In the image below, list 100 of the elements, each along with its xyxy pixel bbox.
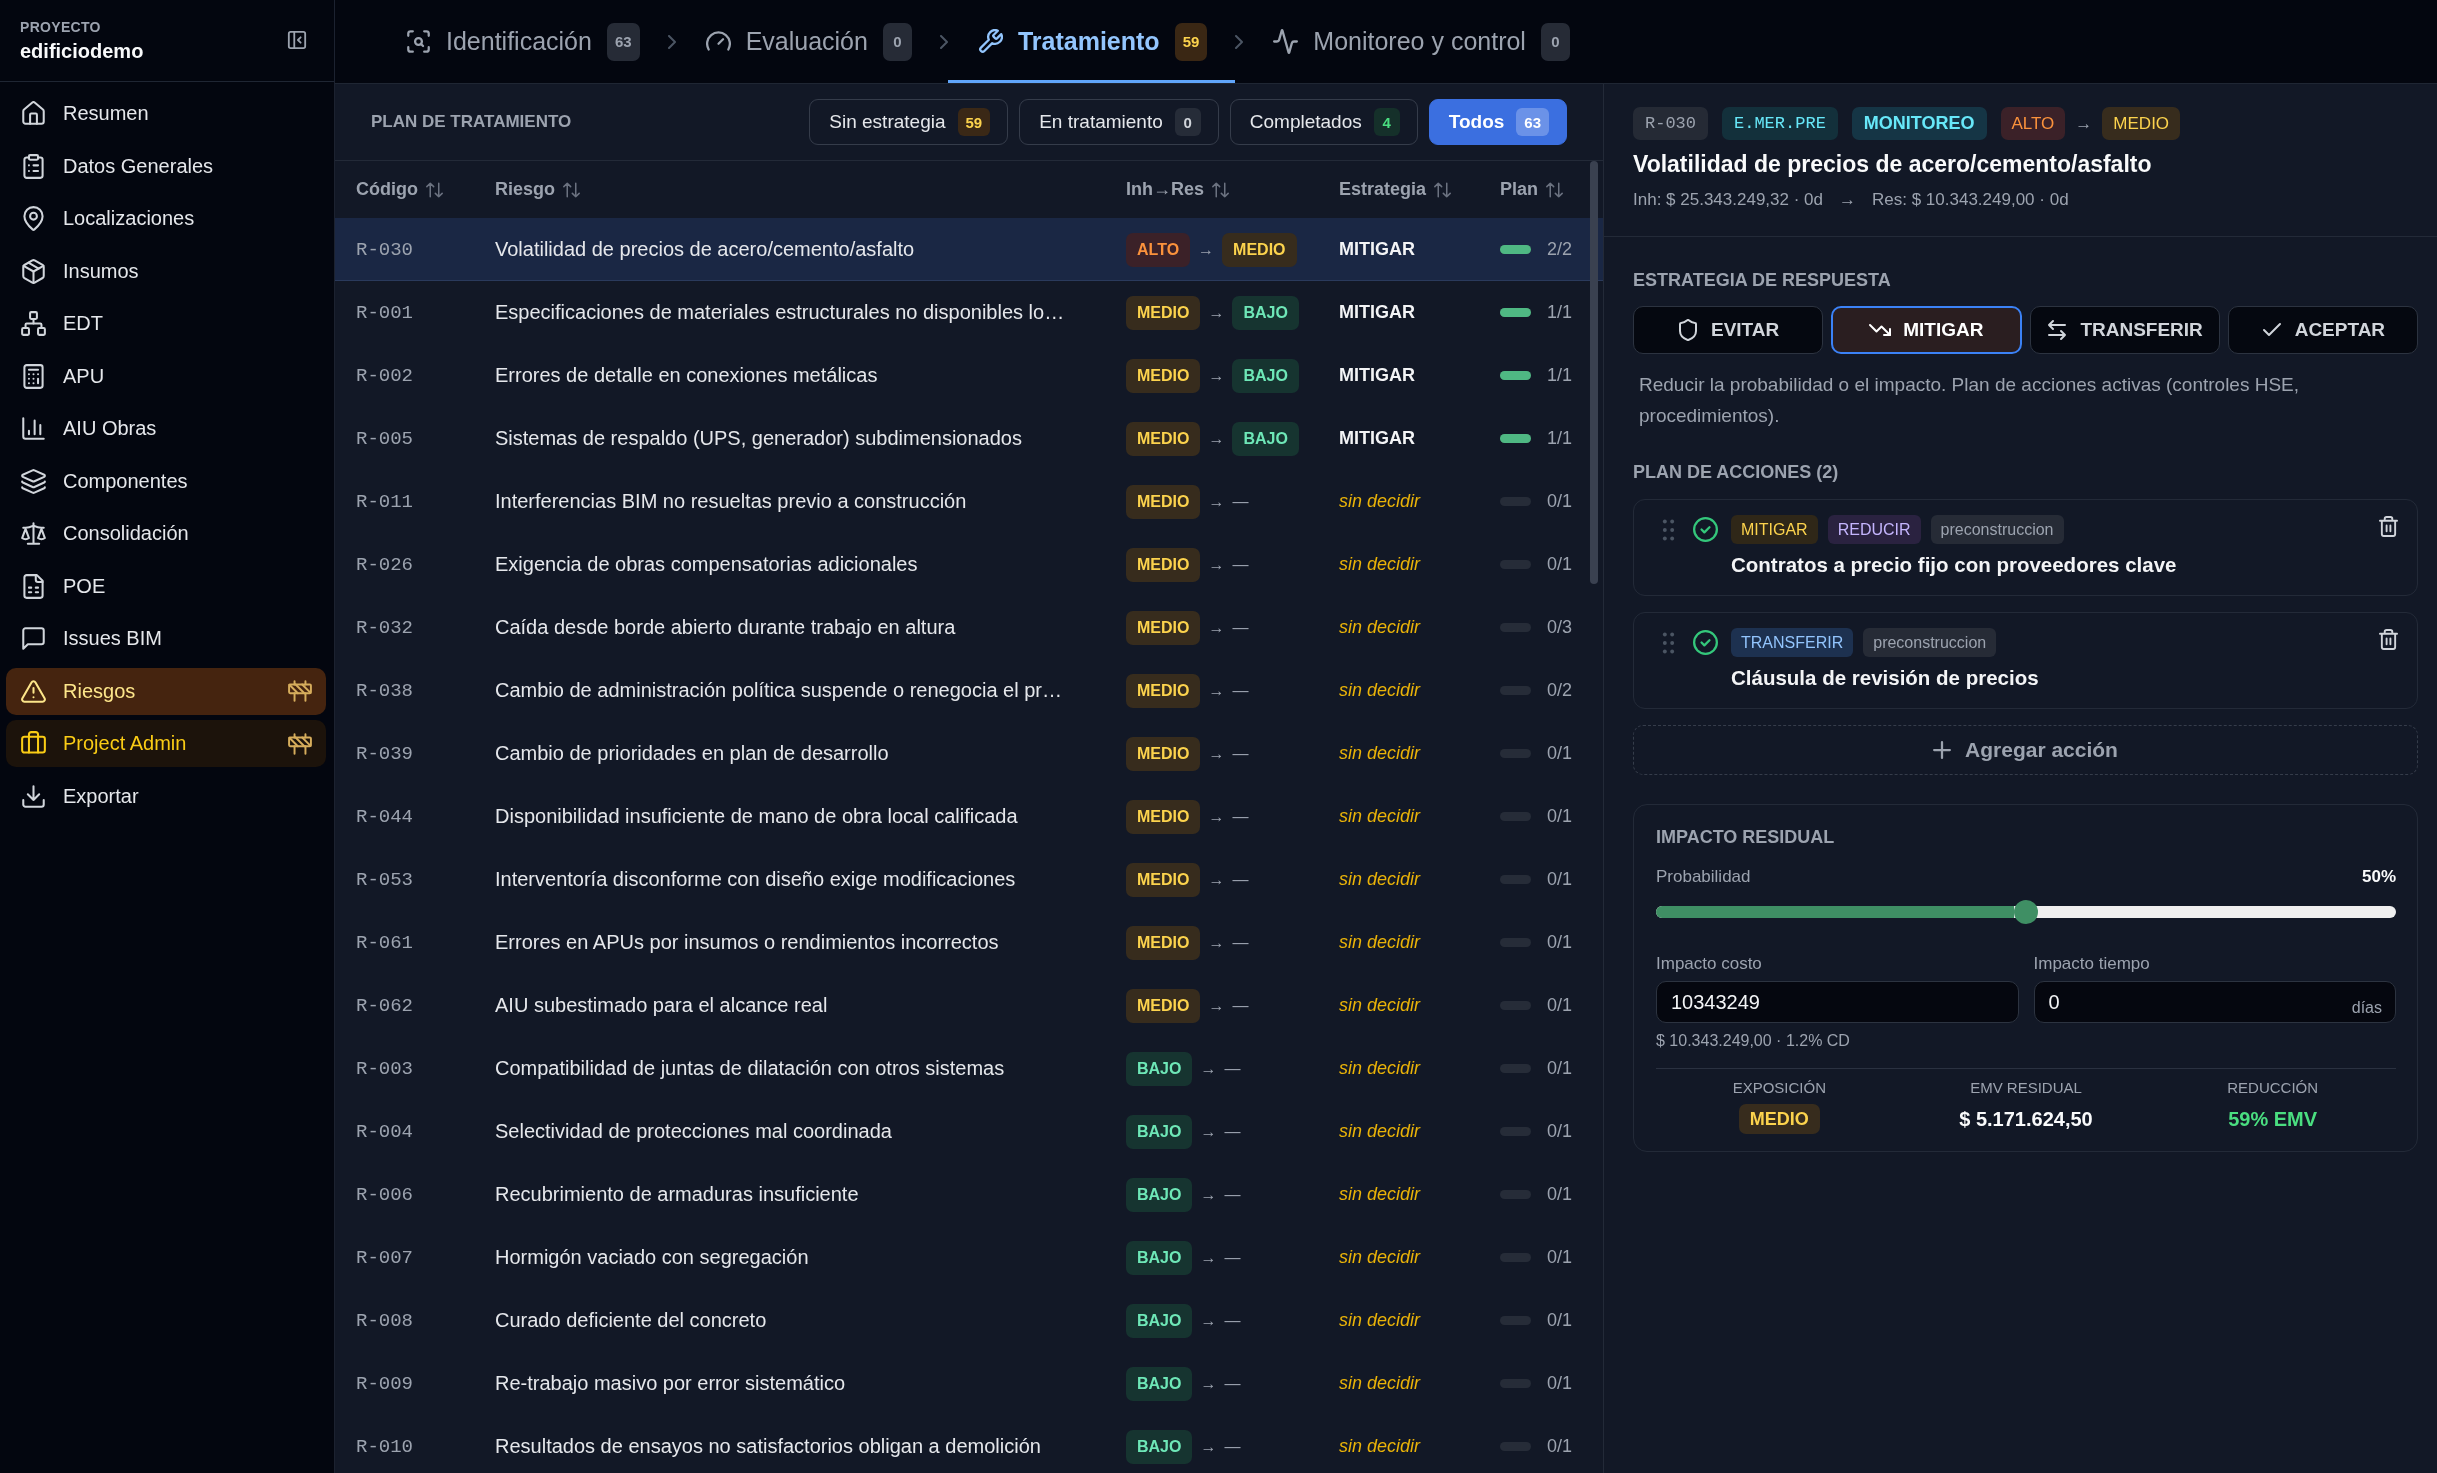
column-header[interactable]: Plan [1500,179,1563,200]
chat-bubble-icon [21,626,46,651]
table-row[interactable]: R-004 Selectividad de protecciones mal coordinada BAJO → — sin decidir 0/1 [335,1100,1603,1163]
risk-title: Cambio de administración política suspende o renegocia el pr… [495,679,1062,702]
strategy-text: sin decidir [1339,932,1421,953]
cost-input[interactable]: 10343249 [1656,981,2019,1023]
plan-count: 0/1 [1547,1310,1573,1331]
field-label: Impacto tiempo [2033,953,2151,975]
table-row[interactable]: R-032 Caída desde borde abierto durante trabajo en altura MEDIO → — sin decidir 0/3 [335,596,1603,659]
transition-arrow: → [1200,1311,1217,1330]
risk-code: R-026 [356,553,413,576]
field-label: Probabilidad [1656,866,1751,888]
severity-badge: MEDIO [1126,736,1201,771]
nav-item[interactable]: Datos Generales [6,142,326,190]
risk-code: R-011 [356,490,413,513]
strategy-option[interactable]: TRANSFERIR [2029,306,2220,354]
table-row[interactable]: R-007 Hormigón vaciado con segregación BAJO → — sin decidir 0/1 [335,1226,1603,1289]
drag-handle-icon[interactable] [1662,632,1675,654]
nav-item[interactable]: Project Admin [6,720,326,767]
nav-item[interactable]: Componentes [6,457,326,505]
plan-count: 0/1 [1547,1247,1573,1268]
plan-count: 0/1 [1547,554,1573,575]
table-row[interactable]: R-026 Exigencia de obras compensatorias adicionales MEDIO → — sin decidir 0/1 [335,533,1603,596]
filter-button[interactable]: Sin estrategia 59 [809,99,1009,145]
nav-item[interactable]: Exportar [6,772,326,820]
strategy-option[interactable]: EVITAR [1633,306,1824,354]
risk-code: R-062 [356,994,413,1017]
empty-value: — [1232,807,1249,826]
nav-item[interactable]: Resumen [6,90,326,137]
table-row[interactable]: R-044 Disponibilidad insuficiente de mano de obra local calificada MEDIO → — sin decidir 0/1 [335,785,1603,848]
scrollbar[interactable] [1590,161,1598,584]
risk-title: AIU subestimado para el alcance real [495,994,828,1017]
transition-arrow: → [1208,996,1225,1015]
column-header[interactable]: Código [356,179,443,200]
severity-badge: MEDIO [1126,484,1201,519]
stage-tab[interactable]: Evaluación 0 [675,0,940,83]
table-row[interactable]: R-062 AIU subestimado para el alcance real MEDIO → — sin decidir 0/1 [335,974,1603,1037]
reduction-value: 59% EMV [2228,1107,2318,1132]
clipboard-icon [21,153,46,179]
slider-thumb[interactable] [2014,900,2038,924]
column-header[interactable]: Riesgo [495,179,580,200]
nav-item[interactable]: APU [6,352,326,400]
sort-icon [1434,181,1452,198]
table-row[interactable]: R-003 Compatibilidad de juntas de dilatación con otros sistemas BAJO → — sin decidir 0/1 [335,1037,1603,1100]
table-row[interactable]: R-002 Errores de detalle en conexiones metálicas MEDIO → BAJO MITIGAR 1/1 [335,344,1603,407]
trash-icon[interactable] [2379,629,2398,650]
download-icon [21,783,46,809]
filter-button[interactable]: Todos 63 [1428,99,1567,145]
transition-arrow: → [1208,744,1225,763]
action-tag: REDUCIR [1827,515,1921,544]
table-row[interactable]: R-005 Sistemas de respaldo (UPS, generador) subdimensionados MEDIO → BAJO MITIGAR 1/1 [335,407,1603,470]
risk-code: R-008 [356,1309,413,1332]
strategy-option[interactable]: ACEPTAR [2227,306,2418,354]
nav-item[interactable]: Insumos [6,247,326,295]
probability-slider[interactable] [1656,906,2396,918]
severity-badge: BAJO [1126,1366,1193,1401]
nav-item[interactable]: Issues BIM [6,615,326,662]
column-header[interactable]: Estrategia [1339,179,1452,200]
table-row[interactable]: R-009 Re-trabajo masivo por error sistemático BAJO → — sin decidir 0/1 [335,1352,1603,1415]
check-circle-icon[interactable] [1693,630,1718,655]
nav-item[interactable]: EDT [6,300,326,347]
risk-title: Compatibilidad de juntas de dilatación con otros sistemas [495,1057,1005,1080]
nav-item[interactable]: Localizaciones [6,195,326,242]
table-row[interactable]: R-010 Resultados de ensayos no satisfactorios obligan a demolición BAJO → — sin decidir 0/1 [335,1415,1603,1473]
add-action-button[interactable]: Agregar acción [1633,725,2418,775]
nav-item[interactable]: POE [6,562,326,610]
trash-icon[interactable] [2379,516,2398,537]
stage-tab[interactable]: Monitoreo y control 0 [1243,0,1598,83]
risk-title: Volatilidad de precios de acero/cemento/asfalto [1633,150,2153,179]
strategy-option[interactable]: MITIGAR [1831,306,2022,354]
table-row[interactable]: R-030 Volatilidad de precios de acero/cemento/asfalto ALTO → MEDIO MITIGAR 2/2 [335,218,1603,281]
swap-arrows-icon [2046,319,2069,341]
nav-item[interactable]: AIU Obras [6,405,326,452]
table-row[interactable]: R-011 Interferencias BIM no resueltas previo a construcción MEDIO → — sin decidir 0/1 [335,470,1603,533]
column-header[interactable]: Inh→Res [1126,179,1229,200]
strategy-description: Reducir la probabilidad o el impacto. Plan de acciones activas (controles HSE, procedimientos). [1639,373,2301,428]
count-badge: 59 [957,108,991,136]
severity-badge: ALTO [2000,107,2066,140]
plan-count: 0/1 [1547,1184,1573,1205]
table-row[interactable]: R-061 Errores en APUs por insumos o rendimientos incorrectos MEDIO → — sin decidir 0/1 [335,911,1603,974]
table-row[interactable]: R-001 Especificaciones de materiales estructurales no disponibles lo… MEDIO → BAJO MITIGAR 1/1 [335,281,1603,344]
plan-count: 0/1 [1547,743,1573,764]
table-row[interactable]: R-039 Cambio de prioridades en plan de desarrollo MEDIO → — sin decidir 0/1 [335,722,1603,785]
table-row[interactable]: R-006 Recubrimiento de armaduras insuficiente BAJO → — sin decidir 0/1 [335,1163,1603,1226]
table-row[interactable]: R-053 Interventoría disconforme con diseño exige modificaciones MEDIO → — sin decidir 0/1 [335,848,1603,911]
drag-handle-icon[interactable] [1662,519,1675,541]
filter-button[interactable]: Completados 4 [1229,99,1418,145]
filter-button[interactable]: En tratamiento 0 [1019,99,1219,145]
nav-item[interactable]: Riesgos [6,667,326,715]
empty-value: — [1224,1122,1241,1141]
scale-icon [21,521,46,546]
empty-value: — [1224,1059,1241,1078]
risk-title: Hormigón vaciado con segregación [495,1246,809,1269]
collapse-sidebar-icon[interactable] [287,30,307,50]
table-row[interactable]: R-008 Curado deficiente del concreto BAJO → — sin decidir 0/1 [335,1289,1603,1352]
nav-item[interactable]: Consolidación [6,510,326,557]
risk-title: Recubrimiento de armaduras insuficiente [495,1183,859,1206]
stage-tab[interactable]: Identificación 63 [376,0,668,83]
check-circle-icon[interactable] [1693,517,1718,542]
table-row[interactable]: R-038 Cambio de administración política suspende o renegocia el pr… MEDIO → — sin decidir 0/2 [335,659,1603,722]
